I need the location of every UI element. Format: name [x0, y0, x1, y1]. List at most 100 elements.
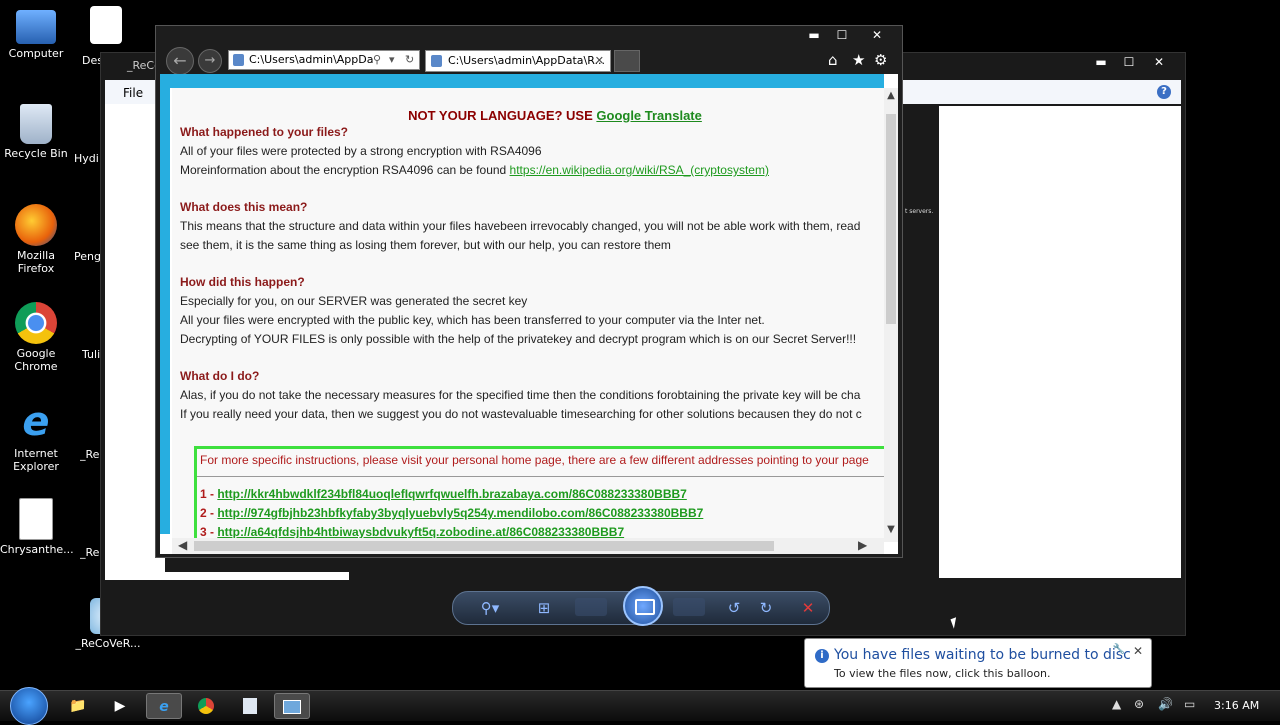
browser-window: ▬ ☐ ✕ ← → C:\Users\admin\AppDa ⚲ ▾ ↻ C:\…	[155, 25, 903, 558]
menu-file[interactable]: File	[123, 86, 143, 100]
desktop-icon-internet-explorer[interactable]: e Internet Explorer	[0, 400, 72, 473]
show-hidden-icons-icon[interactable]: ▲	[1112, 697, 1121, 711]
taskbar-explorer[interactable]: 📁	[60, 693, 96, 719]
photo-viewer-toolbar: ⚲▾ ⊞ ↺ ↻ ✕	[452, 586, 830, 626]
desktop-icon-label: _ReCoVeR...	[75, 637, 141, 650]
desktop-icon-label: Peng	[74, 250, 101, 263]
delete-icon[interactable]: ✕	[797, 598, 819, 618]
scroll-thumb[interactable]	[194, 541, 774, 551]
dropdown-icon[interactable]: ▾	[389, 51, 395, 69]
link-number: 2 -	[200, 506, 218, 520]
desktop-icon-chrome[interactable]: Google Chrome	[0, 302, 72, 373]
scroll-left-icon[interactable]: ◀	[178, 538, 187, 552]
taskbar-internet-explorer[interactable]: e	[146, 693, 182, 719]
desktop-icon-label: Mozilla Firefox	[17, 249, 55, 275]
wikipedia-link[interactable]: https://en.wikipedia.org/wiki/RSA_(crypt…	[510, 163, 769, 177]
maximize-button[interactable]: ☐	[828, 26, 856, 44]
internet-explorer-icon: e	[22, 399, 50, 445]
heading-how-did-this-happen: How did this happen?	[180, 275, 305, 289]
minimize-button[interactable]: ▬	[800, 26, 828, 44]
notepad-icon	[243, 698, 257, 714]
heading-what-do-i-do: What do I do?	[180, 369, 260, 383]
home-icon[interactable]: ⌂	[828, 51, 838, 69]
page-top-bar	[160, 74, 884, 88]
desktop-icon-label: Internet Explorer	[13, 447, 59, 473]
photo-viewer-icon	[283, 700, 301, 714]
back-maximize-button[interactable]: ☐	[1115, 53, 1143, 71]
scroll-down-icon[interactable]: ▼	[884, 524, 898, 535]
volume-icon[interactable]: 🔊	[1158, 697, 1173, 711]
taskbar-media-player[interactable]: ▶	[102, 693, 138, 719]
address-link[interactable]: http://a64qfdsjhb4htbiwaysbdvukyft5q.zob…	[217, 525, 624, 538]
taskbar-photo-viewer[interactable]	[274, 693, 310, 719]
notification-balloon[interactable]: i You have files waiting to be burned to…	[804, 638, 1152, 688]
next-button[interactable]	[673, 598, 705, 616]
back-minimize-button[interactable]: ▬	[1087, 53, 1115, 71]
fit-to-window-icon[interactable]: ⊞	[533, 598, 555, 618]
desktop-icon-label: Chrysanthe...	[0, 543, 74, 556]
desktop-icon-chrysanthemum[interactable]: Chrysanthe...	[0, 498, 74, 556]
close-button[interactable]: ✕	[862, 26, 892, 44]
address-link[interactable]: http://kkr4hbwdklf234bfl84uoqlefIqwrfqwu…	[217, 487, 686, 501]
back-tiny-text: t servers.	[905, 208, 934, 215]
heading-what-does-this-mean: What does this mean?	[180, 200, 308, 214]
favorites-star-icon[interactable]: ★	[852, 51, 865, 69]
address-link[interactable]: http://974gfbjhb23hbfkyfaby3byqlyuebvly5…	[217, 506, 703, 520]
rotate-right-icon[interactable]: ↻	[755, 598, 777, 618]
slideshow-icon	[635, 599, 655, 615]
desktop-icon-firefox[interactable]: Mozilla Firefox	[0, 204, 72, 275]
browser-tab[interactable]: C:\Users\admin\AppData\R... ✕	[425, 50, 611, 72]
address-link-row: 2 - http://974gfbjhb23hbfkyfaby3byqlyueb…	[200, 506, 703, 520]
recycle-bin-icon	[20, 104, 52, 144]
tab-close-icon[interactable]: ✕	[595, 51, 604, 71]
burn-disc-icon[interactable]: ⊛	[1134, 697, 1144, 711]
desktop-icon-label: _Re	[80, 546, 100, 559]
desktop-icon-recycle-bin[interactable]: Recycle Bin	[0, 104, 72, 160]
refresh-icon[interactable]: ↻	[405, 51, 414, 69]
back-bottom-strip	[105, 572, 349, 580]
taskbar-notepad[interactable]	[232, 693, 268, 719]
address-bar[interactable]: C:\Users\admin\AppDa ⚲ ▾ ↻	[228, 50, 420, 70]
scroll-right-icon[interactable]: ▶	[858, 538, 867, 552]
back-right-pane	[939, 106, 1181, 578]
back-arrow-icon[interactable]: ←	[166, 47, 194, 75]
tab-label: C:\Users\admin\AppData\R...	[448, 54, 605, 67]
paragraph-text: Moreinformation about the encryption RSA…	[180, 163, 510, 177]
clock[interactable]: 3:16 AM	[1214, 699, 1259, 712]
network-icon[interactable]: ▭	[1184, 697, 1195, 711]
google-translate-link[interactable]: Google Translate	[596, 108, 701, 123]
help-icon[interactable]: ?	[1157, 85, 1171, 99]
desktop-icon-label: Computer	[8, 47, 64, 60]
balloon-close-icon[interactable]: ✕	[1133, 644, 1143, 658]
desktop-icon-computer[interactable]: Computer	[0, 8, 72, 60]
search-icon[interactable]: ⚲	[373, 51, 381, 69]
zoom-icon[interactable]: ⚲▾	[479, 598, 501, 618]
scroll-up-icon[interactable]: ▲	[884, 90, 898, 101]
taskbar-chrome[interactable]	[188, 693, 224, 719]
chrome-icon	[15, 302, 57, 344]
desktop-icon-label: Google Chrome	[14, 347, 58, 373]
address-text: C:\Users\admin\AppDa	[249, 53, 374, 66]
paragraph: All of your files were protected by a st…	[180, 144, 542, 158]
slideshow-button[interactable]	[623, 586, 663, 626]
ransom-note-page: NOT YOUR LANGUAGE? USE Google Translate …	[172, 88, 884, 538]
horizontal-scrollbar[interactable]: ◀ ▶	[172, 538, 884, 554]
desktop-icon-partial-des-image	[88, 6, 124, 47]
desktop-icon-label: Recycle Bin	[4, 147, 68, 160]
firefox-icon	[15, 204, 57, 246]
rotate-left-icon[interactable]: ↺	[723, 598, 745, 618]
new-tab-button[interactable]	[614, 50, 640, 72]
previous-button[interactable]	[575, 598, 607, 616]
scroll-thumb[interactable]	[886, 114, 896, 324]
settings-gear-icon[interactable]: ⚙	[874, 51, 887, 69]
start-button[interactable]	[10, 687, 48, 725]
instructions-box: For more specific instructions, please v…	[194, 446, 884, 538]
back-close-button[interactable]: ✕	[1145, 53, 1173, 71]
vertical-scrollbar[interactable]: ▲ ▼	[884, 88, 898, 542]
folder-icon: 📁	[69, 698, 87, 714]
forward-arrow-icon[interactable]: →	[198, 49, 222, 73]
instructions-text: For more specific instructions, please v…	[200, 453, 869, 467]
pin-icon[interactable]: 🔧	[1113, 644, 1125, 655]
page-icon	[431, 55, 442, 67]
image-file-icon	[19, 498, 53, 540]
